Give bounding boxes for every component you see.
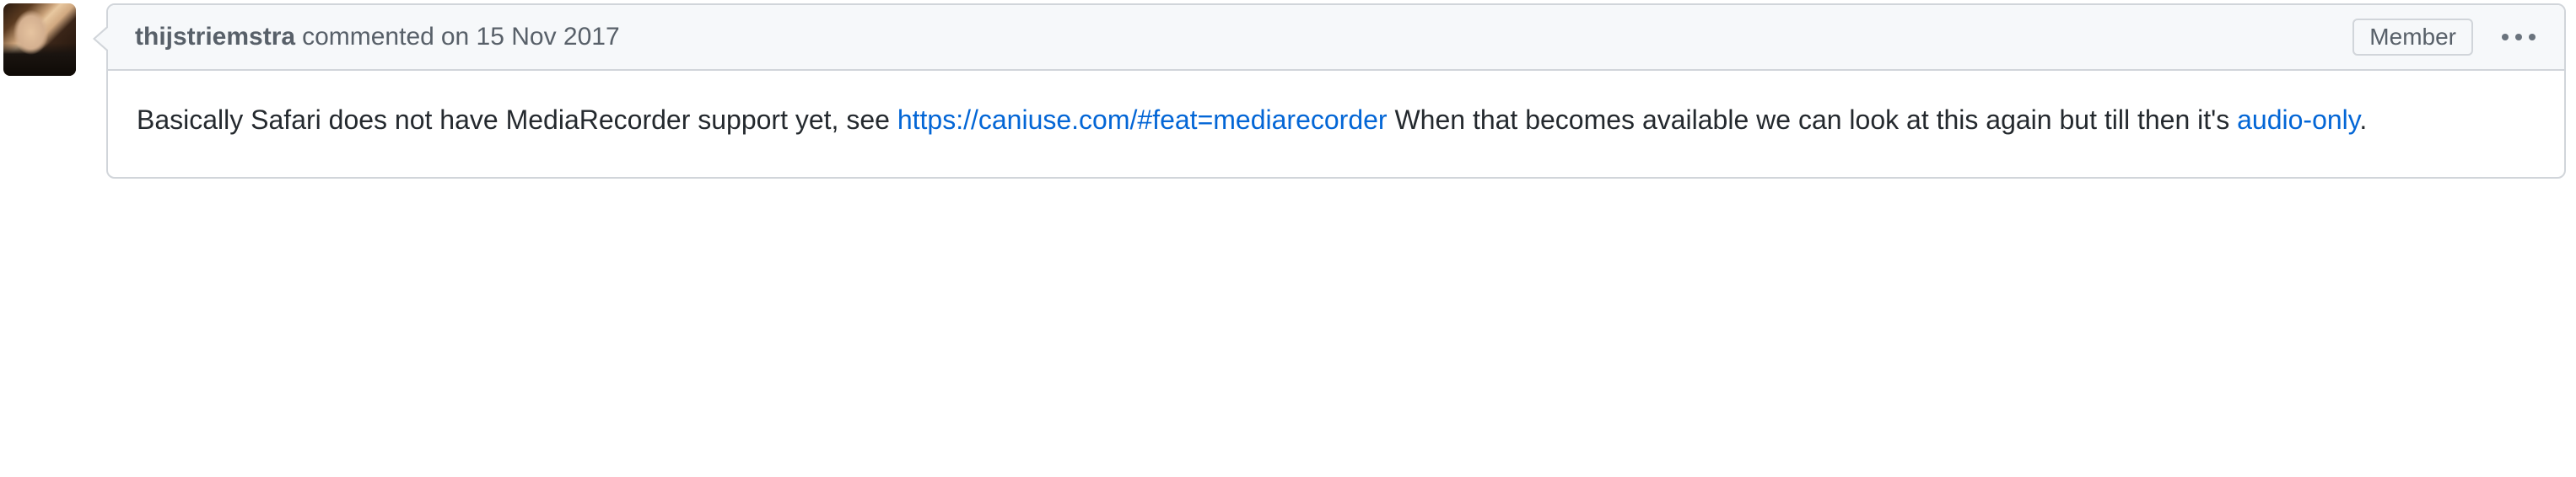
avatar[interactable] [3, 3, 76, 76]
comment-header-actions: Member [2352, 19, 2544, 56]
comment-container: thijstriemstra commented on 15 Nov 2017 … [106, 3, 2566, 179]
comment-body: Basically Safari does not have MediaReco… [108, 71, 2564, 177]
kebab-menu-icon[interactable] [2493, 27, 2544, 47]
body-link-caniuse[interactable]: https://caniuse.com/#feat=mediarecorder [897, 105, 1388, 135]
body-text: When that becomes available we can look … [1388, 105, 2238, 135]
timeline-comment: thijstriemstra commented on 15 Nov 2017 … [0, 0, 2576, 189]
comment-header: thijstriemstra commented on 15 Nov 2017 … [108, 5, 2564, 71]
comment-timestamp-link[interactable]: on 15 Nov 2017 [441, 23, 620, 51]
comment-action-text: commented [302, 23, 434, 51]
body-link-audio-only[interactable]: audio-only [2237, 105, 2359, 135]
role-badge: Member [2352, 19, 2473, 56]
author-link[interactable]: thijstriemstra [135, 23, 295, 51]
comment-header-meta: thijstriemstra commented on 15 Nov 2017 [135, 23, 620, 51]
body-text: . [2359, 105, 2367, 135]
body-text: Basically Safari does not have MediaReco… [137, 105, 897, 135]
